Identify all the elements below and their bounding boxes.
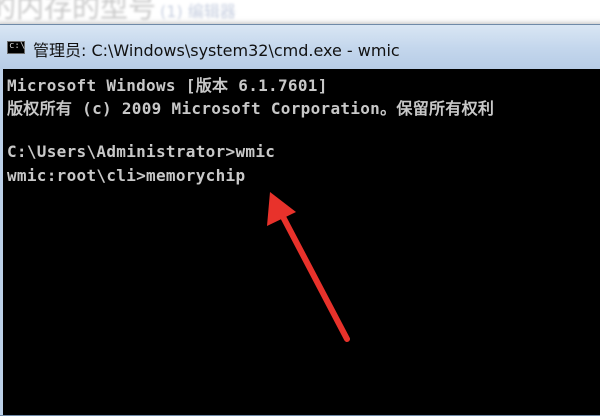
arrow-head-icon (267, 192, 296, 226)
arrow-shaft (278, 210, 350, 342)
red-arrow-annotation (267, 192, 350, 342)
